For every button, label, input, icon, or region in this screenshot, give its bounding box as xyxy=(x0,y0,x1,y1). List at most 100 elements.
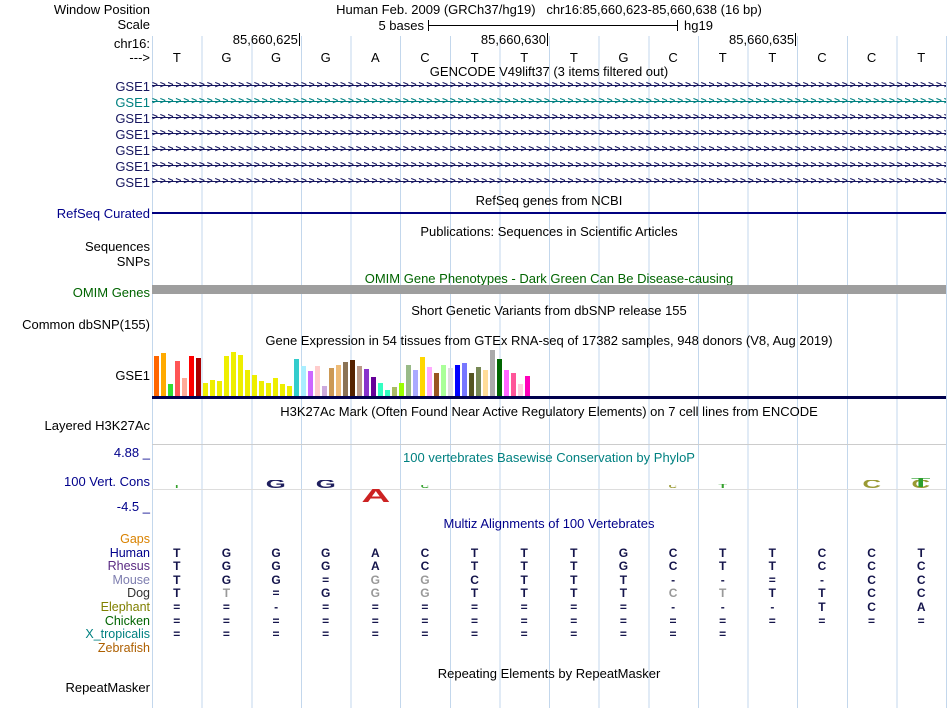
gtex-bar[interactable] xyxy=(434,373,439,396)
alignment-base: A xyxy=(916,600,926,614)
gtex-bar[interactable] xyxy=(196,358,201,396)
alignment-base: T xyxy=(719,559,727,574)
h3k27ac-label[interactable]: Layered H3K27Ac xyxy=(44,418,150,433)
gene-label[interactable]: GSE1 xyxy=(115,111,150,126)
gtex-bar[interactable] xyxy=(210,380,215,396)
gtex-bar[interactable] xyxy=(301,366,306,396)
gtex-bar[interactable] xyxy=(469,373,474,396)
gtex-bar[interactable] xyxy=(161,353,166,396)
gtex-bar[interactable] xyxy=(392,387,397,396)
gtex-bar[interactable] xyxy=(490,350,495,396)
gene-line xyxy=(152,101,946,102)
gtex-bar[interactable] xyxy=(420,357,425,396)
gtex-bar[interactable] xyxy=(322,386,327,396)
gtex-bar[interactable] xyxy=(168,384,173,396)
gtex-bar[interactable] xyxy=(364,369,369,396)
gtex-bar[interactable] xyxy=(413,370,418,396)
gtex-bar[interactable] xyxy=(350,360,355,396)
gtex-bar[interactable] xyxy=(308,371,313,396)
refseq-curated-label[interactable]: RefSeq Curated xyxy=(57,206,150,221)
species-label-dog[interactable]: Dog xyxy=(127,586,150,600)
species-label-elephant[interactable]: Elephant xyxy=(101,600,150,614)
gtex-bar[interactable] xyxy=(245,370,250,396)
gtex-bar[interactable] xyxy=(343,362,348,396)
alignment-base: C xyxy=(867,559,876,574)
gtex-bar[interactable] xyxy=(189,356,194,396)
snps-label[interactable]: SNPs xyxy=(117,254,150,269)
gene-transcript-row[interactable]: >>>>>>>>>>>>>>>>>>>>>>>>>>>>>>>>>>>>>>>>… xyxy=(152,80,946,92)
gtex-bar[interactable] xyxy=(483,370,488,396)
gtex-baseline xyxy=(152,396,946,399)
gtex-bar[interactable] xyxy=(224,356,229,396)
gtex-bar[interactable] xyxy=(266,383,271,396)
alignment-base: = xyxy=(173,613,181,628)
alignment-base: T xyxy=(619,586,628,601)
gtex-bar[interactable] xyxy=(441,365,446,396)
gtex-bar[interactable] xyxy=(217,381,222,396)
gtex-bar[interactable] xyxy=(182,378,187,396)
gtex-bar[interactable] xyxy=(518,384,523,396)
gtex-bar[interactable] xyxy=(294,359,299,396)
gene-transcript-row[interactable]: >>>>>>>>>>>>>>>>>>>>>>>>>>>>>>>>>>>>>>>>… xyxy=(152,112,946,124)
refseq-gene-line[interactable] xyxy=(152,212,946,214)
alignment-base: - xyxy=(770,600,775,614)
gtex-bar[interactable] xyxy=(231,352,236,396)
gtex-bar[interactable] xyxy=(462,363,467,396)
gtex-bar[interactable] xyxy=(329,368,334,396)
gtex-bar[interactable] xyxy=(273,378,278,396)
gene-transcript-row[interactable]: >>>>>>>>>>>>>>>>>>>>>>>>>>>>>>>>>>>>>>>>… xyxy=(152,160,946,172)
gene-label[interactable]: GSE1 xyxy=(115,159,150,174)
gtex-bar[interactable] xyxy=(399,383,404,396)
gtex-title: Gene Expression in 54 tissues from GTEx … xyxy=(265,333,833,348)
dbsnp-label[interactable]: Common dbSNP(155) xyxy=(22,317,150,332)
gtex-bar[interactable] xyxy=(378,383,383,396)
gtex-bar[interactable] xyxy=(203,383,208,396)
gtex-bar[interactable] xyxy=(371,377,376,396)
gtex-bar[interactable] xyxy=(287,386,292,396)
gtex-bar[interactable] xyxy=(448,368,453,396)
gene-transcript-row[interactable]: >>>>>>>>>>>>>>>>>>>>>>>>>>>>>>>>>>>>>>>>… xyxy=(152,96,946,108)
gene-label[interactable]: GSE1 xyxy=(115,175,150,190)
species-label-gaps[interactable]: Gaps xyxy=(120,532,150,546)
repeatmasker-label[interactable]: RepeatMasker xyxy=(65,680,150,695)
species-label-chicken[interactable]: Chicken xyxy=(105,614,150,628)
species-label-zebrafish[interactable]: Zebrafish xyxy=(98,641,150,655)
species-label-human[interactable]: Human xyxy=(110,546,150,560)
gene-label[interactable]: GSE1 xyxy=(115,127,150,142)
omim-gene-bar[interactable] xyxy=(152,285,946,294)
gene-label[interactable]: GSE1 xyxy=(115,95,150,110)
gtex-bar[interactable] xyxy=(259,381,264,396)
omim-title: OMIM Gene Phenotypes - Dark Green Can Be… xyxy=(364,271,734,286)
alignment-base: = xyxy=(421,600,429,614)
gtex-bar[interactable] xyxy=(504,370,509,396)
gtex-bar[interactable] xyxy=(406,365,411,396)
sequences-label[interactable]: Sequences xyxy=(85,239,150,254)
species-label-x_tropicalis[interactable]: X_tropicalis xyxy=(85,627,150,641)
gtex-bar[interactable] xyxy=(280,384,285,396)
gtex-bar[interactable] xyxy=(336,365,341,396)
species-label-rhesus[interactable]: Rhesus xyxy=(108,559,150,573)
gene-transcript-row[interactable]: >>>>>>>>>>>>>>>>>>>>>>>>>>>>>>>>>>>>>>>>… xyxy=(152,144,946,156)
species-label-mouse[interactable]: Mouse xyxy=(112,573,150,587)
gtex-gene-label[interactable]: GSE1 xyxy=(115,368,150,383)
gtex-bar[interactable] xyxy=(455,365,460,396)
gtex-bar[interactable] xyxy=(154,356,159,396)
sequence-base: T xyxy=(718,50,727,65)
gene-label[interactable]: GSE1 xyxy=(115,79,150,94)
gtex-bar[interactable] xyxy=(175,361,180,396)
gtex-bar[interactable] xyxy=(511,373,516,396)
gtex-bar[interactable] xyxy=(476,367,481,396)
omim-genes-label[interactable]: OMIM Genes xyxy=(73,285,150,300)
gtex-bar[interactable] xyxy=(385,390,390,396)
alignment-base: = xyxy=(471,627,479,642)
gene-transcript-row[interactable]: >>>>>>>>>>>>>>>>>>>>>>>>>>>>>>>>>>>>>>>>… xyxy=(152,176,946,188)
gtex-bar[interactable] xyxy=(427,367,432,396)
gene-label[interactable]: GSE1 xyxy=(115,143,150,158)
gene-transcript-row[interactable]: >>>>>>>>>>>>>>>>>>>>>>>>>>>>>>>>>>>>>>>>… xyxy=(152,128,946,140)
gtex-bar[interactable] xyxy=(238,355,243,396)
gtex-bar[interactable] xyxy=(497,359,502,396)
gtex-bar[interactable] xyxy=(357,366,362,396)
gtex-bar[interactable] xyxy=(525,376,530,396)
gtex-bar[interactable] xyxy=(252,375,257,396)
gtex-bar[interactable] xyxy=(315,366,320,396)
